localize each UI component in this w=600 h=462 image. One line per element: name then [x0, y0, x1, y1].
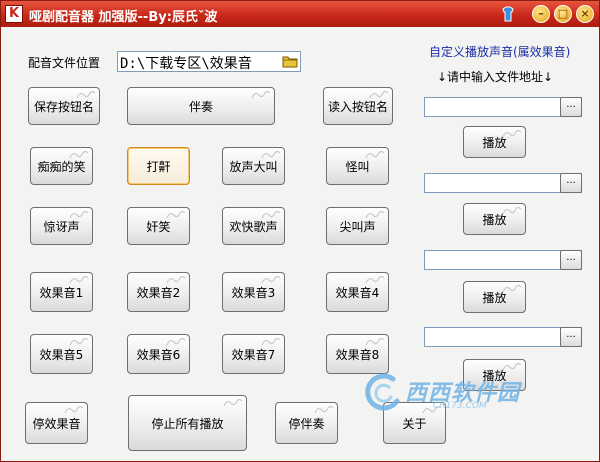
swirl-ornament-icon — [365, 210, 385, 219]
watermark-sub: CR173.COM — [433, 401, 487, 411]
swirl-ornament-icon — [69, 337, 89, 346]
location-label: 配音文件位置 — [28, 56, 101, 70]
swirl-ornament-icon — [69, 150, 89, 159]
effect1-button[interactable]: 效果音1 — [30, 272, 93, 312]
swirl-ornament-icon — [314, 405, 334, 414]
close-button[interactable]: × — [576, 5, 594, 23]
swirl-ornament-icon — [502, 129, 522, 138]
minimize-icon: – — [538, 7, 544, 20]
maximize-icon: □ — [557, 7, 569, 20]
surprised-button[interactable]: 惊讶声 — [30, 207, 93, 245]
swirl-ornament-icon — [261, 337, 281, 346]
path-field[interactable]: D:\下载专区\效果音 — [117, 51, 301, 72]
swirl-ornament-icon — [502, 284, 522, 293]
accompany-button[interactable]: 伴奏 — [127, 87, 275, 125]
browse-button-1[interactable]: ... — [560, 97, 582, 117]
effect3-label: 效果音3 — [231, 285, 276, 300]
swirl-ornament-icon — [502, 206, 522, 215]
play-button-1[interactable]: 播放 — [463, 126, 526, 158]
path-value: D:\下载专区\效果音 — [120, 56, 252, 72]
swirl-ornament-icon — [166, 210, 186, 219]
effect8-button[interactable]: 效果音8 — [326, 334, 389, 374]
minimize-button[interactable]: – — [532, 5, 550, 23]
swirl-ornament-icon — [365, 150, 385, 159]
read-names-button[interactable]: 读入按钮名 — [323, 87, 393, 125]
save-names-button[interactable]: 保存按钮名 — [28, 87, 100, 125]
effect4-button[interactable]: 效果音4 — [326, 272, 389, 312]
custom-sound-hint: ↓请中输入文件地址↓ — [437, 70, 554, 84]
accompany-label: 伴奏 — [188, 99, 213, 114]
swirl-ornament-icon — [251, 90, 271, 99]
effect2-label: 效果音2 — [136, 285, 181, 300]
effect6-label: 效果音6 — [136, 347, 181, 362]
custom-file-field-1[interactable]: ... — [424, 97, 582, 117]
snore-button[interactable]: 打鼾 — [127, 147, 190, 185]
folder-icon[interactable] — [282, 54, 298, 69]
swirl-ornament-icon — [261, 210, 281, 219]
scream-button[interactable]: 尖叫声 — [326, 207, 389, 245]
swirl-ornament-icon — [64, 405, 84, 414]
effect4-label: 效果音4 — [335, 285, 380, 300]
site-watermark: 西西软件园 CR173.COM — [363, 369, 553, 419]
snore-label: 打鼾 — [146, 159, 171, 174]
app-icon: K — [5, 5, 23, 23]
effect6-button[interactable]: 效果音6 — [127, 334, 190, 374]
effect7-button[interactable]: 效果音7 — [222, 334, 285, 374]
play-button-2[interactable]: 播放 — [463, 203, 526, 235]
sly-laugh-button[interactable]: 奸笑 — [127, 207, 190, 245]
effect1-label: 效果音1 — [39, 285, 84, 300]
swirl-ornament-icon — [365, 337, 385, 346]
stop-all-button[interactable]: 停止所有播放 — [128, 395, 247, 451]
stop-effect-label: 停效果音 — [32, 416, 81, 431]
stop-accompany-button[interactable]: 停伴奏 — [275, 402, 338, 444]
effect5-button[interactable]: 效果音5 — [30, 334, 93, 374]
swirl-ornament-icon — [365, 275, 385, 284]
swirl-ornament-icon — [69, 275, 89, 284]
swirl-ornament-icon — [166, 337, 186, 346]
stop-accompany-label: 停伴奏 — [288, 416, 325, 431]
custom-file-field-3[interactable]: ... — [424, 250, 582, 270]
maximize-button[interactable]: □ — [554, 5, 572, 23]
shout-button[interactable]: 放声大叫 — [222, 147, 285, 185]
watermark-logo-icon — [365, 373, 400, 411]
play-button-3[interactable]: 播放 — [463, 281, 526, 313]
app-window: K 哑剧配音器 加强版--By:辰氏ˇ波 – □ × 配音文件位置 D:\下载专… — [0, 0, 600, 462]
effect5-label: 效果音5 — [39, 347, 84, 362]
browse-button-3[interactable]: ... — [560, 250, 582, 270]
silly-laugh-button[interactable]: 痴痴的笑 — [30, 147, 93, 185]
swirl-ornament-icon — [369, 90, 389, 99]
effect2-button[interactable]: 效果音2 — [127, 272, 190, 312]
effect8-label: 效果音8 — [335, 347, 380, 362]
swirl-ornament-icon — [166, 275, 186, 284]
stop-all-label: 停止所有播放 — [151, 416, 224, 431]
swirl-ornament-icon — [76, 90, 96, 99]
close-icon: × — [580, 7, 590, 20]
title-bar[interactable]: K 哑剧配音器 加强版--By:辰氏ˇ波 – □ × — [1, 1, 599, 27]
effect7-label: 效果音7 — [231, 347, 276, 362]
swirl-ornament-icon — [261, 275, 281, 284]
custom-file-field-2[interactable]: ... — [424, 173, 582, 193]
swirl-ornament-icon — [223, 398, 243, 407]
custom-file-field-4[interactable]: ... — [424, 327, 582, 347]
custom-sound-title: 自定义播放声音(属效果音) — [429, 45, 571, 59]
browse-button-2[interactable]: ... — [560, 173, 582, 193]
window-title: 哑剧配音器 加强版--By:辰氏ˇ波 — [29, 10, 218, 25]
weird-cry-button[interactable]: 怪叫 — [326, 147, 389, 185]
skin-icon[interactable] — [501, 5, 515, 23]
browse-button-4[interactable]: ... — [560, 327, 582, 347]
swirl-ornament-icon — [261, 150, 281, 159]
swirl-ornament-icon — [69, 210, 89, 219]
effect3-button[interactable]: 效果音3 — [222, 272, 285, 312]
stop-effect-button[interactable]: 停效果音 — [25, 402, 88, 444]
happy-song-button[interactable]: 欢快歌声 — [222, 207, 285, 245]
